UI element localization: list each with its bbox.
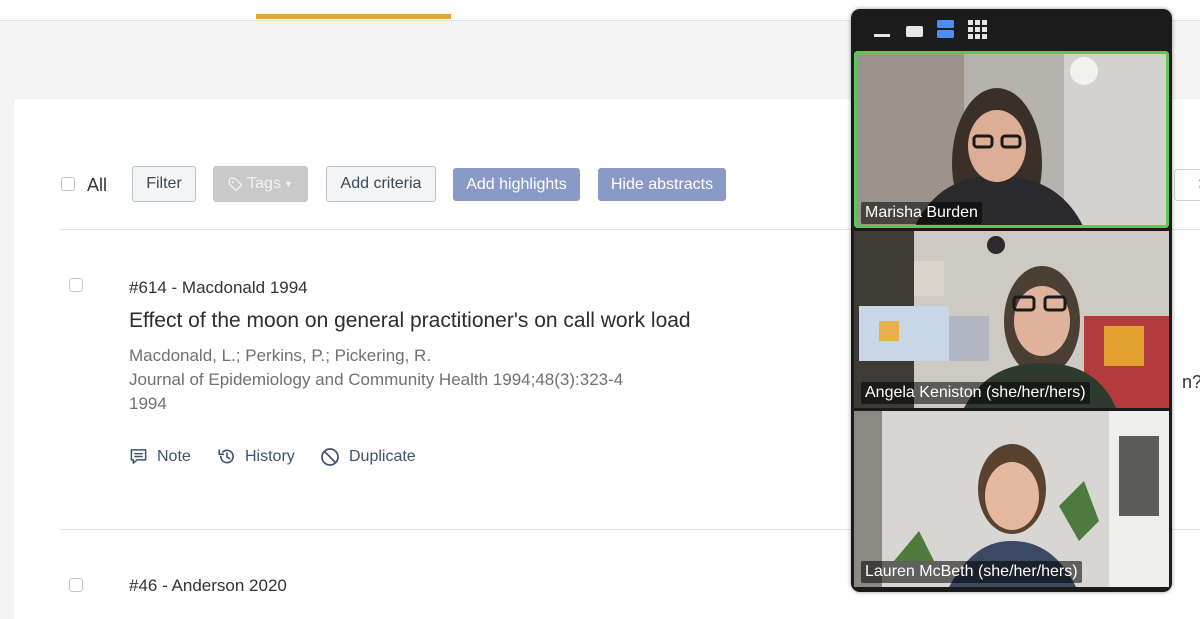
hide-abstracts-button[interactable]: Hide abstracts	[598, 168, 726, 201]
video-call-panel: Marisha Burden Angela Keniston (she/her/…	[851, 9, 1172, 592]
reference-title[interactable]: Effect of the moon on general practition…	[129, 309, 691, 333]
tags-dropdown-button[interactable]: Tags ▼	[213, 166, 308, 202]
participant-name: Angela Keniston (she/her/hers)	[861, 382, 1090, 404]
tags-label: Tags	[247, 175, 281, 192]
duplicate-action[interactable]: Duplicate	[320, 447, 416, 467]
participant-tile[interactable]: Angela Keniston (she/her/hers)	[854, 231, 1169, 408]
reference-journal: Journal of Epidemiology and Community He…	[129, 370, 624, 389]
reference-checkbox[interactable]	[69, 278, 83, 292]
grid-view-icon[interactable]	[968, 20, 987, 39]
duplicate-icon	[321, 448, 339, 466]
history-label: History	[245, 447, 295, 465]
view-controls	[851, 9, 1172, 51]
note-icon	[130, 449, 147, 464]
tag-icon	[228, 177, 243, 191]
note-label: Note	[157, 447, 191, 465]
truncated-text: n?	[1182, 372, 1200, 392]
history-icon	[218, 449, 234, 464]
reference-checkbox[interactable]	[69, 578, 83, 592]
note-action[interactable]: Note	[129, 447, 191, 466]
add-highlights-button[interactable]: Add highlights	[453, 168, 580, 201]
participant-tile[interactable]: Lauren McBeth (she/her/hers)	[854, 411, 1169, 587]
speaker-view-icon[interactable]	[906, 25, 923, 38]
sort-select[interactable]: ▲▼	[1174, 169, 1200, 201]
filter-button[interactable]: Filter	[132, 166, 196, 202]
duplicate-label: Duplicate	[349, 448, 416, 465]
caret-down-icon: ▼	[283, 179, 293, 189]
participant-name: Marisha Burden	[861, 202, 982, 224]
add-criteria-button[interactable]: Add criteria	[326, 166, 436, 202]
history-action[interactable]: History	[217, 447, 295, 466]
minimize-icon[interactable]	[874, 32, 890, 38]
participant-tile[interactable]: Marisha Burden	[854, 51, 1169, 228]
select-all-label: All	[87, 175, 108, 195]
gallery-strip-icon[interactable]	[937, 20, 954, 38]
reference-id: #614 - Macdonald 1994	[129, 278, 308, 297]
reference-authors: Macdonald, L.; Perkins, P.; Pickering, R…	[129, 346, 432, 365]
reference-id: #46 - Anderson 2020	[129, 576, 287, 595]
select-all-checkbox[interactable]	[61, 177, 75, 191]
reference-year: 1994	[129, 394, 167, 413]
active-tab-indicator	[256, 14, 451, 19]
participant-name: Lauren McBeth (she/her/hers)	[861, 561, 1082, 583]
